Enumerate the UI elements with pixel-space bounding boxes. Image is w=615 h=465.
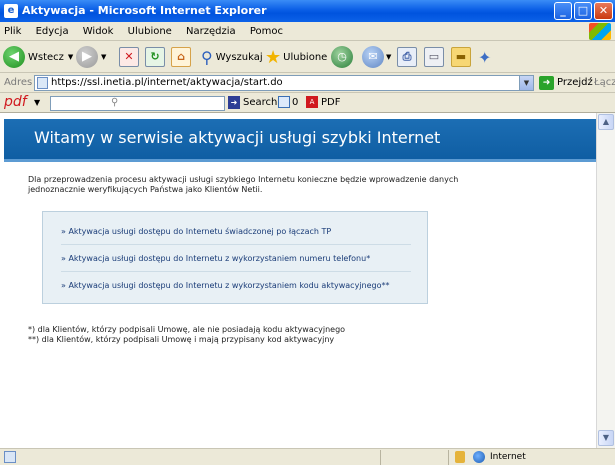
- page-title: Witamy w serwisie aktywacji usługi szybk…: [34, 128, 441, 147]
- favorites-label: Ulubione: [283, 51, 328, 63]
- activation-link-code[interactable]: » Aktywacja usługi dostępu do Internetu …: [61, 281, 389, 290]
- back-arrow-icon: ◀: [3, 46, 25, 68]
- title-bar: e Aktywacja - Microsoft Internet Explore…: [0, 0, 615, 22]
- divider: [380, 450, 381, 465]
- back-label: Wstecz: [28, 51, 64, 63]
- menu-bar: Plik Edycja Widok Ulubione Narzędzia Pom…: [0, 22, 615, 41]
- scroll-down-icon[interactable]: ▼: [598, 430, 614, 446]
- edit-icon: ▭: [424, 47, 444, 67]
- address-input[interactable]: https://ssl.inetia.pl/internet/aktywacja…: [34, 75, 534, 91]
- page-content: Witamy w serwisie aktywacji usługi szybk…: [4, 113, 596, 448]
- search-icon: ⚲: [111, 97, 119, 108]
- page-banner: Witamy w serwisie aktywacji usługi szybk…: [4, 119, 596, 159]
- links-label[interactable]: Łącza: [594, 77, 615, 88]
- chevron-down-icon[interactable]: ▼: [34, 98, 40, 107]
- standard-toolbar: ◀ Wstecz ▼ ▶ ▼ ✕ ↻ ⌂ ⚲ Wyszukaj ★ Ulubio…: [0, 41, 615, 73]
- home-icon: ⌂: [171, 47, 191, 67]
- mail-icon: ✉: [362, 46, 384, 68]
- favorites-button[interactable]: ★ Ulubione: [265, 46, 327, 68]
- home-button[interactable]: ⌂: [171, 46, 191, 68]
- footnote-2: **) dla Klientów, którzy podpisali Umowę…: [28, 335, 335, 344]
- edit-button[interactable]: ▭: [424, 46, 444, 68]
- search-label: Wyszukaj: [215, 51, 263, 63]
- star-icon: ★: [265, 46, 282, 68]
- pages-icon: [278, 96, 290, 108]
- refresh-icon: ↻: [145, 47, 165, 67]
- stop-button[interactable]: ✕: [119, 46, 139, 68]
- pdf-search-button[interactable]: Search: [243, 97, 277, 108]
- activation-link-tp[interactable]: » Aktywacja usługi dostępu do Internetu …: [61, 227, 331, 236]
- history-icon: ◷: [331, 46, 353, 68]
- chevron-down-icon: ▼: [101, 53, 107, 61]
- history-button[interactable]: ◷: [331, 46, 353, 68]
- stop-icon: ✕: [119, 47, 139, 67]
- folder-icon: ▬: [451, 47, 471, 67]
- address-label: Adres: [4, 77, 33, 88]
- go-button[interactable]: Przejdź: [557, 77, 593, 88]
- search-icon: ⚲: [201, 47, 213, 67]
- pdf-logo: pdf: [4, 94, 27, 110]
- search-button[interactable]: ⚲ Wyszukaj: [201, 46, 263, 68]
- messenger-icon: ✦: [478, 47, 492, 67]
- maximize-button[interactable]: □: [574, 2, 592, 20]
- messenger-button[interactable]: ✦: [478, 46, 491, 68]
- footnote-1: *) dla Klientów, którzy podpisali Umowę,…: [28, 325, 346, 334]
- pdf-file-icon: A: [306, 96, 318, 108]
- ie-icon: e: [4, 4, 18, 18]
- activation-options-box: » Aktywacja usługi dostępu do Internetu …: [42, 211, 428, 304]
- chevron-down-icon[interactable]: ▼: [519, 76, 533, 90]
- minimize-button[interactable]: _: [554, 2, 572, 20]
- globe-icon: [473, 451, 485, 463]
- menu-edit[interactable]: Edycja: [36, 26, 69, 37]
- chevron-down-icon: ▼: [67, 53, 74, 61]
- divider: [448, 450, 449, 465]
- divider: [61, 271, 411, 272]
- refresh-button[interactable]: ↻: [145, 46, 165, 68]
- print-button[interactable]: ⎙: [397, 46, 417, 68]
- intro-text: Dla przeprowadzenia procesu aktywacji us…: [28, 175, 459, 194]
- security-zone: Internet: [490, 452, 526, 462]
- window-title: Aktywacja - Microsoft Internet Explorer: [22, 4, 267, 17]
- page-icon: [37, 77, 48, 89]
- divider: [61, 244, 411, 245]
- menu-tools[interactable]: Narzędzia: [186, 26, 236, 37]
- address-bar: Adres https://ssl.inetia.pl/internet/akt…: [0, 73, 615, 93]
- lock-icon[interactable]: [455, 451, 465, 463]
- menu-file[interactable]: Plik: [4, 26, 21, 37]
- back-button[interactable]: ◀ Wstecz ▼: [3, 46, 73, 68]
- page-status-icon: [4, 451, 16, 463]
- pdf-button[interactable]: A PDF: [306, 96, 340, 108]
- scroll-up-icon[interactable]: ▲: [598, 114, 614, 130]
- status-bar: Internet: [0, 448, 615, 465]
- go-arrow-icon[interactable]: ➜: [539, 76, 554, 90]
- forward-button[interactable]: ▶ ▼: [76, 46, 106, 68]
- pdf-search-input[interactable]: ⚲: [50, 96, 225, 111]
- pdf-toolbar: pdf ▼ ⚲ ➜ Search 0 A PDF: [0, 93, 615, 113]
- vertical-scrollbar[interactable]: ▲ ▼: [596, 113, 615, 448]
- activation-link-phone[interactable]: » Aktywacja usługi dostępu do Internetu …: [61, 254, 370, 263]
- mail-button[interactable]: ✉ ▼: [362, 46, 391, 68]
- pdf-go-icon[interactable]: ➜: [228, 96, 240, 109]
- menu-favorites[interactable]: Ulubione: [128, 26, 172, 37]
- menu-view[interactable]: Widok: [83, 26, 114, 37]
- pdf-count[interactable]: 0: [278, 96, 298, 108]
- pdf-count-value: 0: [292, 96, 299, 108]
- print-icon: ⎙: [397, 47, 417, 67]
- folder-button[interactable]: ▬: [451, 46, 471, 68]
- menu-help[interactable]: Pomoc: [250, 26, 283, 37]
- banner-divider: [4, 159, 596, 162]
- address-url: https://ssl.inetia.pl/internet/aktywacja…: [51, 77, 283, 88]
- forward-arrow-icon: ▶: [76, 46, 98, 68]
- close-button[interactable]: ✕: [594, 2, 613, 20]
- pdf-label: PDF: [321, 96, 341, 108]
- windows-logo-icon: [589, 23, 611, 40]
- chevron-down-icon: ▼: [386, 53, 392, 61]
